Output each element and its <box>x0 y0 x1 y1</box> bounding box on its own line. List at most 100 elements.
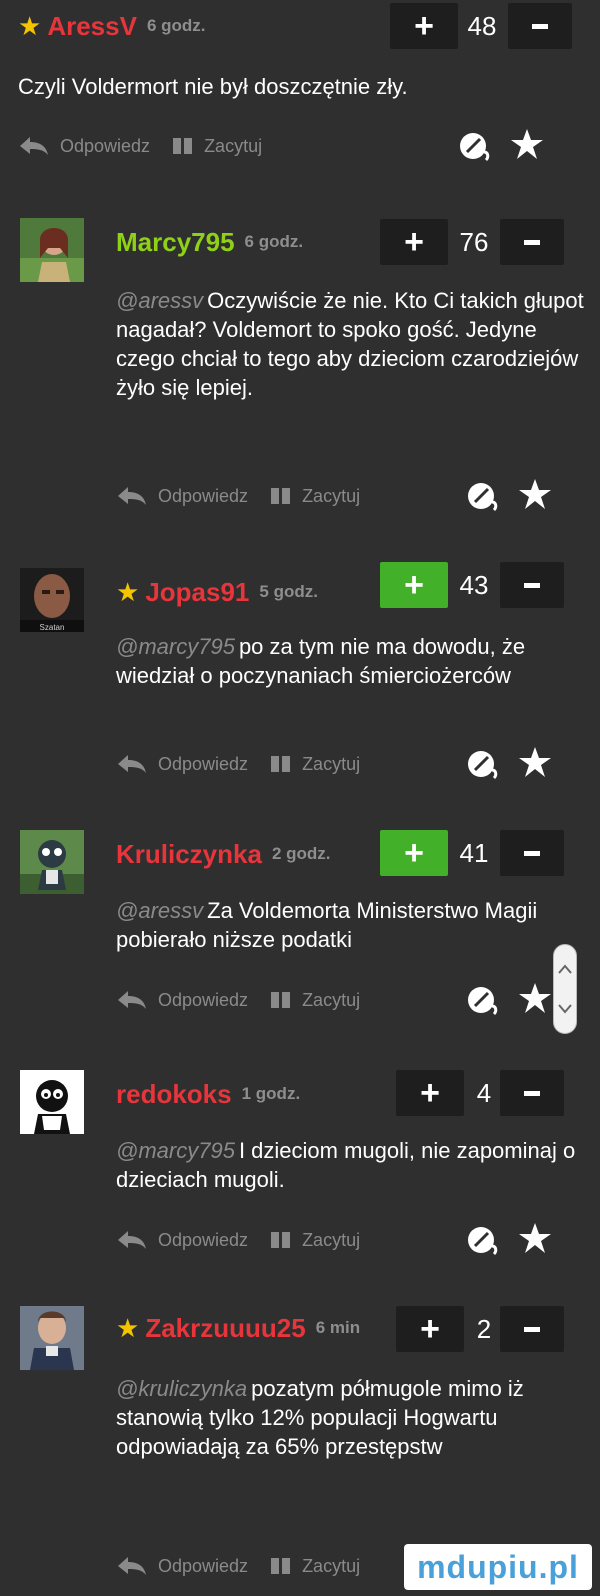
quote-icon <box>271 1558 291 1574</box>
quote-icon <box>271 992 291 1008</box>
reply-button[interactable]: Odpowiedz <box>116 989 248 1011</box>
report-icon[interactable] <box>466 480 500 512</box>
downvote-button[interactable] <box>500 219 564 265</box>
username[interactable]: Jopas91 <box>145 577 249 608</box>
reply-arrow-icon <box>118 487 146 505</box>
vote-score: 76 <box>459 226 489 257</box>
reply-button[interactable]: Odpowiedz <box>116 1229 248 1251</box>
reply-button[interactable]: Odpowiedz <box>116 1555 248 1577</box>
upvote-button[interactable]: + <box>390 3 458 49</box>
reply-label: Odpowiedz <box>158 753 249 774</box>
upvote-button[interactable]: + <box>380 830 448 876</box>
reply-label: Odpowiedz <box>158 485 249 506</box>
quote-icon <box>271 488 291 504</box>
report-icon[interactable] <box>466 984 500 1016</box>
timestamp: 5 godz. <box>259 582 318 601</box>
downvote-button[interactable] <box>508 3 572 49</box>
favorite-star-icon[interactable] <box>518 478 552 510</box>
username[interactable]: Zakrzuuuu25 <box>145 1313 305 1344</box>
username[interactable]: redokoks <box>116 1079 232 1110</box>
downvote-button[interactable] <box>500 1070 564 1116</box>
upvote-button[interactable]: + <box>380 219 448 265</box>
reply-arrow-icon <box>118 1231 146 1249</box>
quote-button[interactable]: Zacytuj <box>270 754 360 775</box>
reply-arrow-icon <box>118 1557 146 1575</box>
reply-button[interactable]: Odpowiedz <box>18 135 150 157</box>
mention-link[interactable]: @marcy795 <box>116 634 235 659</box>
comment-text: @aressv Oczywiście że nie. Kto Ci takich … <box>116 286 586 402</box>
mention-link[interactable]: @marcy795 <box>116 1138 235 1163</box>
quote-icon <box>271 1232 291 1248</box>
report-icon[interactable] <box>466 748 500 780</box>
quote-icon <box>271 756 291 772</box>
quote-label: Zacytuj <box>204 135 263 156</box>
username[interactable]: AressV <box>47 11 137 42</box>
username[interactable]: Kruliczynka <box>116 839 262 870</box>
comment-header: Kruliczynka 2 godz. <box>116 834 331 874</box>
mention-link[interactable]: @kruliczynka <box>116 1376 247 1401</box>
downvote-button[interactable] <box>500 562 564 608</box>
timestamp: 2 godz. <box>271 844 331 863</box>
star-icon: ★ <box>116 1313 140 1343</box>
quote-icon <box>173 138 193 154</box>
chevron-up-icon[interactable] <box>554 949 576 989</box>
comment-actions: Odpowiedz Zacytuj <box>116 1220 360 1260</box>
star-icon: ★ <box>18 11 42 41</box>
quote-button[interactable]: Zacytuj <box>270 1230 360 1251</box>
quote-label: Zacytuj <box>302 753 361 774</box>
reply-label: Odpowiedz <box>158 1229 249 1250</box>
reply-label: Odpowiedz <box>60 135 151 156</box>
timestamp: 6 min <box>315 1318 361 1337</box>
avatar[interactable] <box>20 1306 84 1370</box>
comment-actions: Odpowiedz Zacytuj <box>116 1546 360 1586</box>
scroll-control[interactable] <box>553 944 577 1034</box>
vote-score: 48 <box>467 10 497 41</box>
reply-button[interactable]: Odpowiedz <box>116 485 248 507</box>
reply-label: Odpowiedz <box>158 989 249 1010</box>
comment-header: ★ Jopas91 5 godz. <box>116 572 318 612</box>
quote-label: Zacytuj <box>302 1229 361 1250</box>
timestamp: 1 godz. <box>241 1084 301 1103</box>
upvote-button[interactable]: + <box>396 1070 464 1116</box>
avatar[interactable] <box>20 218 84 282</box>
report-icon[interactable] <box>458 130 492 162</box>
downvote-button[interactable] <box>500 830 564 876</box>
vote-score: 43 <box>459 569 489 600</box>
comment-actions: Odpowiedz Zacytuj <box>116 744 360 784</box>
comment-actions: Odpowiedz Zacytuj <box>116 476 360 516</box>
quote-button[interactable]: Zacytuj <box>270 1556 360 1577</box>
reply-label: Odpowiedz <box>158 1555 249 1576</box>
quote-button[interactable]: Zacytuj <box>270 990 360 1011</box>
username[interactable]: Marcy795 <box>116 227 235 258</box>
avatar[interactable] <box>20 830 84 894</box>
comment: Szatan ★ Jopas91 5 godz. + 43 @marcy795 p… <box>0 540 600 810</box>
upvote-button[interactable]: + <box>396 1306 464 1352</box>
quote-label: Zacytuj <box>302 1555 361 1576</box>
timestamp: 6 godz. <box>146 16 206 35</box>
report-icon[interactable] <box>466 1224 500 1256</box>
comment-header: Marcy795 6 godz. <box>116 222 303 262</box>
favorite-star-icon[interactable] <box>518 746 552 778</box>
mention-link[interactable]: @aressv <box>116 898 203 923</box>
comment-body: Czyli Voldermort nie był doszczętnie zły… <box>18 74 408 99</box>
downvote-button[interactable] <box>500 1306 564 1352</box>
vote-score: 41 <box>459 837 489 868</box>
favorite-star-icon[interactable] <box>518 982 552 1014</box>
mention-link[interactable]: @aressv <box>116 288 203 313</box>
quote-label: Zacytuj <box>302 485 361 506</box>
reply-arrow-icon <box>118 991 146 1009</box>
comment-text: @marcy795 I dzieciom mugoli, nie zapomina… <box>116 1136 576 1194</box>
reply-arrow-icon <box>118 755 146 773</box>
comment-header: ★ AressV 6 godz. <box>18 6 206 46</box>
quote-button[interactable]: Zacytuj <box>172 136 262 157</box>
favorite-star-icon[interactable] <box>510 128 544 160</box>
chevron-down-icon[interactable] <box>554 989 576 1029</box>
favorite-star-icon[interactable] <box>518 1222 552 1254</box>
quote-button[interactable]: Zacytuj <box>270 486 360 507</box>
avatar[interactable]: Szatan <box>20 568 84 632</box>
comment-text: @kruliczynka pozatym półmugole mimo iż st… <box>116 1374 596 1461</box>
comment: Marcy795 6 godz. + 76 @aressv Oczywiście … <box>0 190 600 540</box>
reply-button[interactable]: Odpowiedz <box>116 753 248 775</box>
upvote-button[interactable]: + <box>380 562 448 608</box>
avatar[interactable] <box>20 1070 84 1134</box>
